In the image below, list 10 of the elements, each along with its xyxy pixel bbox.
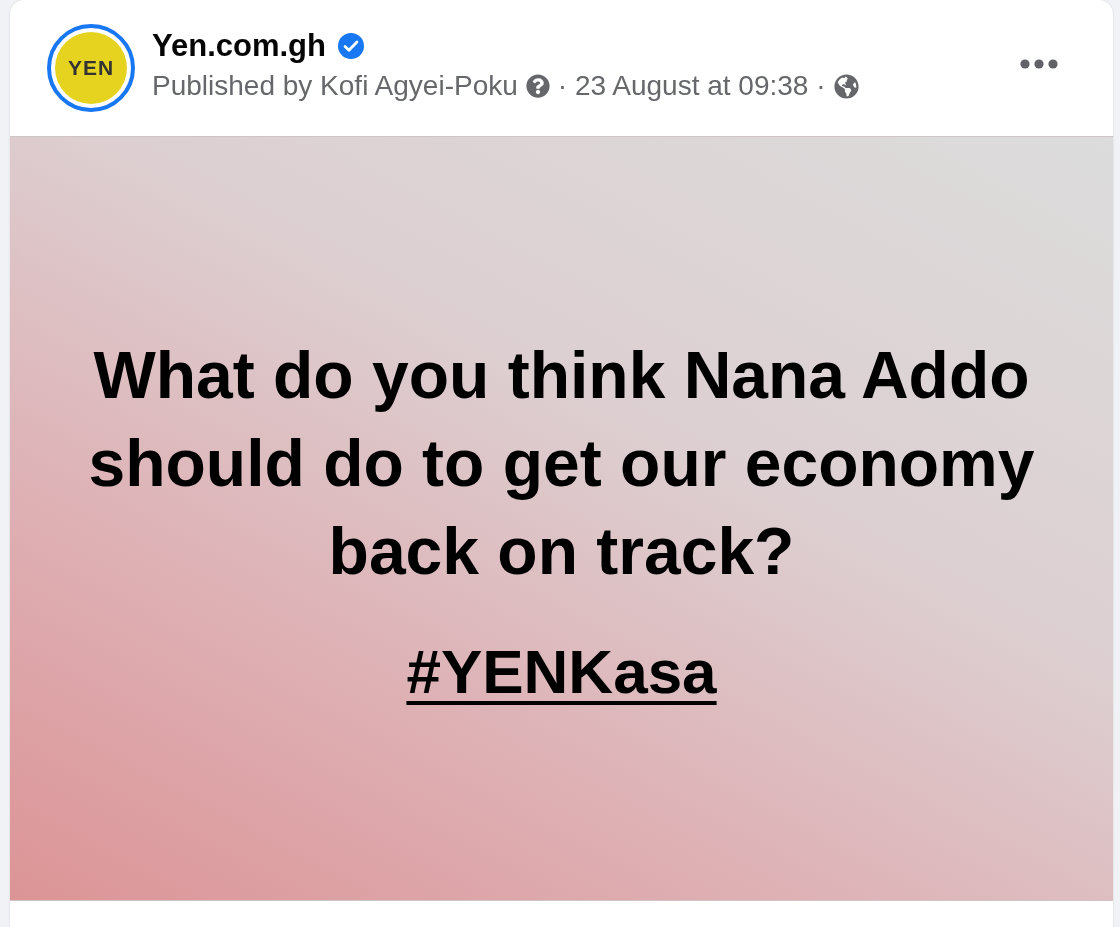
page-name-link[interactable]: Yen.com.gh bbox=[152, 28, 326, 64]
hashtag-link[interactable]: #YENKasa bbox=[406, 636, 717, 707]
globe-icon[interactable] bbox=[833, 73, 859, 99]
published-by-text: Published by Kofi Agyei-Poku bbox=[152, 70, 518, 102]
page-avatar[interactable]: YEN bbox=[47, 24, 135, 112]
avatar-logo-text: YEN bbox=[67, 55, 115, 82]
more-icon bbox=[1020, 59, 1058, 69]
post-question-text: What do you think Nana Addo should do to get our economy back on track? bbox=[88, 336, 1035, 590]
post-timestamp-link[interactable]: · 23 August at 09:38 · bbox=[557, 70, 826, 102]
help-icon[interactable] bbox=[525, 74, 550, 98]
